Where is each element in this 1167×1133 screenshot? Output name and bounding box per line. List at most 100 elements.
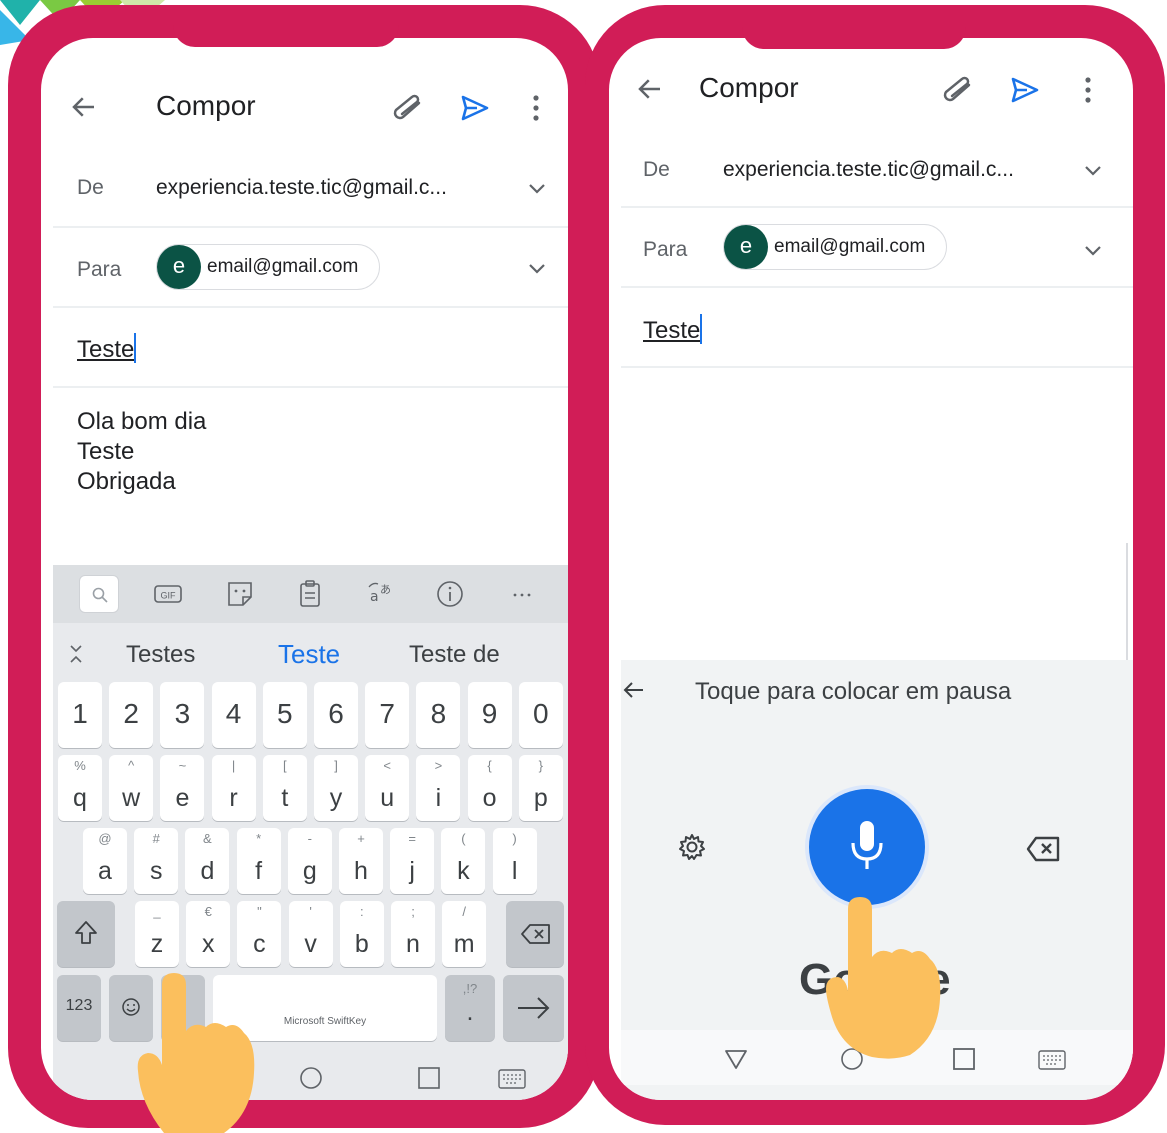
suggestion-item[interactable]: Testes	[126, 641, 195, 669]
suggestion-item[interactable]: Teste de	[409, 641, 500, 669]
key-k[interactable]: (k	[441, 828, 486, 894]
key-0[interactable]: 0	[518, 682, 563, 748]
suggestion-item[interactable]: Teste	[278, 639, 340, 670]
phone-notch	[742, 5, 966, 49]
gear-icon[interactable]	[677, 832, 707, 862]
clipboard-icon[interactable]	[295, 579, 325, 609]
key-5[interactable]: 5	[262, 682, 307, 748]
send-icon[interactable]	[1009, 74, 1041, 106]
key-8[interactable]: 8	[416, 682, 461, 748]
back-triangle-icon[interactable]	[723, 1046, 749, 1072]
chevron-down-icon[interactable]	[1083, 164, 1103, 178]
key-g[interactable]: -g	[287, 828, 332, 894]
key-m[interactable]: / m	[442, 901, 487, 967]
key-i[interactable]: > i	[416, 755, 461, 821]
voice-status-text[interactable]: Toque para colocar em pausa	[695, 678, 1011, 706]
key-4[interactable]: 4	[211, 682, 256, 748]
subject-row[interactable]: Teste	[621, 288, 1133, 368]
from-row[interactable]: De experiencia.teste.tic@gmail.c...	[621, 128, 1133, 208]
to-row[interactable]: Para e email@gmail.com	[53, 228, 568, 308]
chevron-down-icon[interactable]	[527, 262, 547, 276]
key-e[interactable]: ~ e	[160, 755, 205, 821]
key-d[interactable]: & d	[185, 828, 230, 894]
more-options-icon[interactable]	[1083, 75, 1093, 105]
key-t[interactable]: [t	[262, 755, 307, 821]
key-secondary-label: /	[462, 904, 466, 919]
more-options-icon[interactable]	[531, 93, 541, 123]
key-1[interactable]: 1	[58, 682, 102, 748]
subject-row[interactable]: Teste	[53, 308, 568, 388]
key-s[interactable]: # s	[134, 828, 179, 894]
key-label: a	[98, 857, 112, 885]
subject-field[interactable]: Teste	[643, 314, 703, 345]
key-label: m	[453, 930, 475, 958]
key-secondary-label: _	[153, 904, 161, 919]
more-horizontal-icon[interactable]	[507, 579, 537, 609]
translate-icon[interactable]: a あ	[365, 579, 395, 609]
back-arrow-icon[interactable]	[635, 74, 665, 104]
home-icon[interactable]	[298, 1065, 324, 1091]
key-secondary-label: (	[461, 831, 466, 846]
info-icon[interactable]	[435, 579, 465, 609]
key-label: 3	[174, 698, 191, 729]
key-r[interactable]: | r	[211, 755, 256, 821]
key-a[interactable]: @ a	[83, 828, 127, 894]
key-l[interactable]: ) l	[492, 828, 537, 894]
gif-icon[interactable]: GIF	[153, 579, 183, 609]
scrollbar[interactable]	[1126, 543, 1128, 663]
key-y[interactable]: ] y	[314, 755, 358, 821]
to-row[interactable]: Para e email@gmail.com	[621, 208, 1133, 288]
key-o[interactable]: {o	[467, 755, 512, 821]
key-h[interactable]: + h	[339, 828, 383, 894]
key-label: i	[435, 784, 442, 812]
key-p[interactable]: } p	[518, 755, 563, 821]
subject-text: Teste	[643, 317, 701, 344]
recents-icon[interactable]	[416, 1065, 442, 1091]
microphone-button[interactable]	[809, 789, 925, 905]
enter-key[interactable]	[503, 975, 564, 1041]
key-3[interactable]: 3	[160, 682, 205, 748]
recents-icon[interactable]	[951, 1046, 977, 1072]
chevron-down-icon[interactable]	[527, 182, 547, 196]
numbers-key[interactable]: 123	[57, 975, 101, 1041]
recipient-chip[interactable]: e email@gmail.com	[156, 244, 380, 290]
from-row[interactable]: De experiencia.teste.tic@gmail.c...	[53, 148, 568, 228]
key-u[interactable]: < u	[365, 755, 410, 821]
key-w[interactable]: ^ w	[109, 755, 154, 821]
period-key[interactable]: ,!? .	[445, 975, 495, 1041]
recipient-chip[interactable]: e email@gmail.com	[723, 224, 947, 270]
backspace-icon[interactable]	[1026, 836, 1060, 862]
attach-icon[interactable]	[391, 93, 425, 123]
keyboard-icon[interactable]	[497, 1066, 527, 1092]
key-secondary-label: *	[256, 831, 262, 846]
key-label: l	[511, 857, 518, 885]
collapse-icon[interactable]	[67, 643, 85, 665]
key-label: s	[149, 857, 163, 885]
page-title: Compor	[156, 90, 256, 121]
body-line: Obrigada	[77, 468, 176, 495]
key-9[interactable]: 9	[467, 682, 512, 748]
key-v[interactable]: ' v	[288, 901, 333, 967]
key-n[interactable]: ; n	[391, 901, 435, 967]
back-arrow-icon[interactable]	[69, 92, 99, 122]
backspace-key[interactable]	[506, 901, 564, 967]
subject-field[interactable]: Teste	[77, 333, 137, 364]
key-c[interactable]: " c	[237, 901, 282, 967]
key-j[interactable]: = j	[390, 828, 435, 894]
keyboard-search-button[interactable]	[79, 575, 119, 613]
send-icon[interactable]	[459, 92, 491, 124]
key-q[interactable]: % q	[58, 755, 102, 821]
keyboard-icon[interactable]	[1037, 1047, 1067, 1073]
attach-icon[interactable]	[941, 75, 975, 105]
key-z[interactable]: _ z	[135, 901, 179, 967]
sticker-icon[interactable]	[225, 579, 255, 609]
key-2[interactable]: 2	[109, 682, 154, 748]
shift-key[interactable]	[57, 901, 115, 967]
chevron-down-icon[interactable]	[1083, 244, 1103, 258]
key-x[interactable]: € x	[186, 901, 231, 967]
key-6[interactable]: 6	[314, 682, 358, 748]
back-arrow-icon[interactable]	[621, 678, 645, 702]
key-f[interactable]: * f	[236, 828, 281, 894]
key-7[interactable]: 7	[365, 682, 410, 748]
key-b[interactable]: :b	[339, 901, 384, 967]
